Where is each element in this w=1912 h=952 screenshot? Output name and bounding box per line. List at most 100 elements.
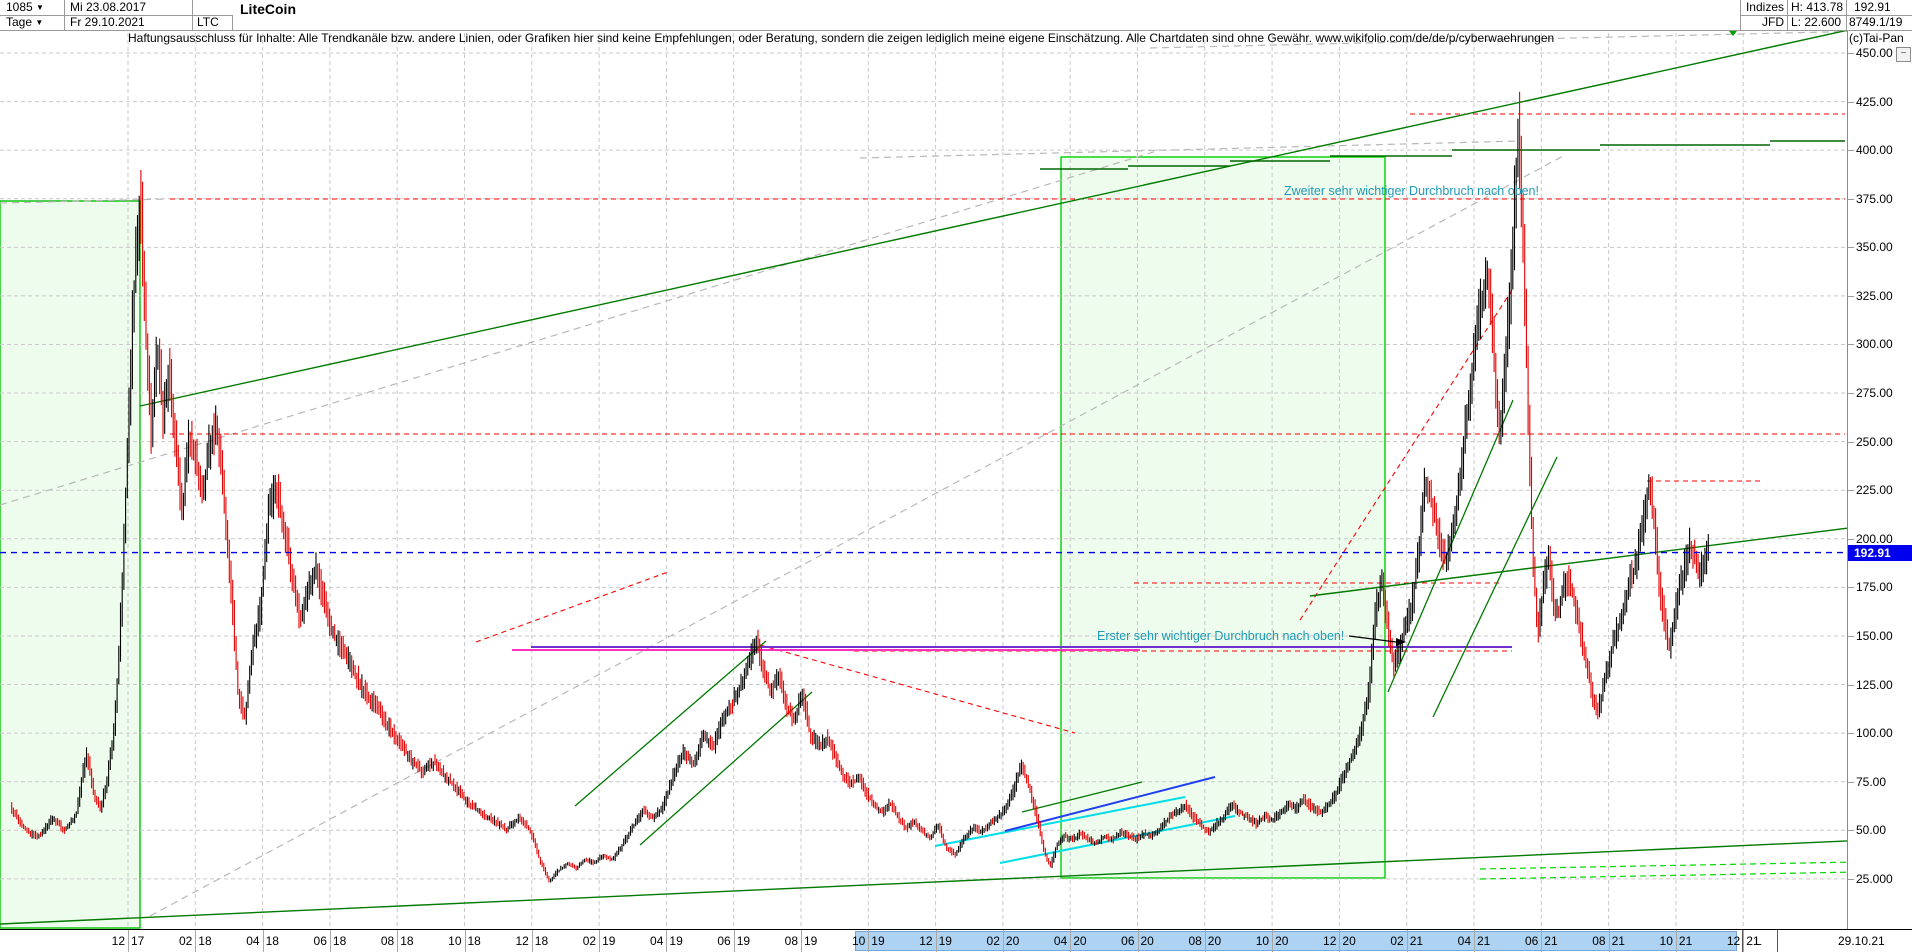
price-axis: 450.00 425.00 400.00 375.00 350.00 325.00 300.…: [1847, 30, 1912, 929]
axis-tick: [1848, 102, 1854, 103]
time-axis-month: 06: [1112, 934, 1135, 948]
time-axis-year: 19: [939, 934, 952, 948]
feed-label: JFD: [1740, 15, 1784, 30]
price-axis-label: 325.00: [1856, 289, 1893, 303]
axis-tick: [1848, 830, 1854, 831]
taipan-window: Haftungsausschluss für Inhalte: Alle Tre…: [0, 0, 1912, 952]
time-axis-month: 10: [439, 934, 462, 948]
time-axis-tick: [397, 930, 398, 952]
trend-line: [476, 572, 668, 642]
ratio-label: 8749.1/19: [1849, 15, 1912, 30]
time-axis-year: 20: [1073, 934, 1086, 948]
price-chart-canvas[interactable]: [0, 0, 1912, 952]
time-axis-year: 18: [198, 934, 211, 948]
time-axis-year: 18: [266, 934, 279, 948]
axis-tick: [1848, 442, 1854, 443]
high-label: H: 413.78: [1791, 0, 1845, 15]
price-axis-label: 400.00: [1856, 143, 1893, 157]
annotation-first-breakout: Erster sehr wichtiger Durchbruch nach ob…: [1097, 629, 1344, 643]
time-axis-month: 06: [708, 934, 731, 948]
time-axis-month: 04: [640, 934, 663, 948]
time-axis-tick: [1541, 930, 1542, 952]
axis-tick: [1848, 685, 1854, 686]
bars-count-dropdown[interactable]: 1085 ▼: [6, 0, 62, 15]
price-axis-label: 425.00: [1856, 95, 1893, 109]
time-axis-month: 08: [1179, 934, 1202, 948]
chevron-down-icon: ▼: [35, 18, 43, 27]
time-axis-tick: [1205, 930, 1206, 952]
trend-line: [0, 838, 1912, 924]
axis-tick: [1848, 393, 1854, 394]
time-axis-month: 12: [1717, 934, 1740, 948]
axis-tick: [1848, 490, 1854, 491]
time-axis-tick: [1609, 930, 1610, 952]
time-axis-tick: [666, 930, 667, 952]
price-axis-label: 25.000: [1856, 872, 1893, 886]
disclaimer-text: Haftungsausschluss für Inhalte: Alle Tre…: [128, 31, 1554, 45]
time-axis-month: 02: [573, 934, 596, 948]
time-axis-month: 08: [1583, 934, 1606, 948]
time-axis-tick: [1743, 930, 1744, 952]
time-axis-month: 10: [842, 934, 865, 948]
time-axis-tick: [1407, 930, 1408, 952]
period-dropdown[interactable]: Tage ▼: [6, 15, 62, 30]
time-axis-month: 10: [1650, 934, 1673, 948]
time-axis-year: 20: [1006, 934, 1019, 948]
time-axis-tick: [1070, 930, 1071, 952]
time-axis-year: 21: [1544, 934, 1557, 948]
price-bars-down: [12, 92, 1698, 883]
time-axis-month: 10: [1246, 934, 1269, 948]
axis-tick: [1848, 733, 1854, 734]
time-axis-tick: [801, 930, 802, 952]
axis-tick: [1848, 296, 1854, 297]
time-axis-year: 21: [1477, 934, 1490, 948]
time-axis-year: 20: [1275, 934, 1288, 948]
time-axis-tick: [263, 930, 264, 952]
axis-tick: [1848, 879, 1854, 880]
annotation-second-breakout: Zweiter sehr wichtiger Durchbruch nach o…: [1284, 184, 1539, 198]
price-axis-label: 125.00: [1856, 678, 1893, 692]
date-to: Fr 29.10.2021: [70, 15, 190, 30]
axis-tick: [1848, 539, 1854, 540]
price-axis-label: 300.00: [1856, 337, 1893, 351]
time-axis-year: 18: [468, 934, 481, 948]
date-from: Mi 23.08.2017: [70, 0, 190, 15]
price-axis-label: 450.00: [1856, 46, 1893, 60]
axis-tick: [1848, 636, 1854, 637]
time-axis-year: 18: [400, 934, 413, 948]
time-axis-tick: [1676, 930, 1677, 952]
collapse-icon[interactable]: −: [1896, 47, 1911, 62]
time-axis-tick: [868, 930, 869, 952]
axis-tick: [1848, 247, 1854, 248]
time-axis-month: 12: [1313, 934, 1336, 948]
time-axis-month: 08: [775, 934, 798, 948]
time-axis-month: 12: [910, 934, 933, 948]
axis-tick: [1848, 199, 1854, 200]
header-bar: 1085 ▼ Tage ▼ Mi 23.08.2017 Fr 29.10.202…: [0, 0, 1912, 31]
time-axis-month: 12: [102, 934, 125, 948]
time-axis-month: 06: [1515, 934, 1538, 948]
time-axis-year: 19: [871, 934, 884, 948]
time-axis-tick: [936, 930, 937, 952]
trend-line: [0, 150, 1160, 505]
time-axis-tick: [465, 930, 466, 952]
axis-tick: [1848, 587, 1854, 588]
price-axis-label: 350.00: [1856, 240, 1893, 254]
time-axis-tick: [1138, 930, 1139, 952]
price-axis-label: 100.00: [1856, 726, 1893, 740]
time-axis-year: 19: [804, 934, 817, 948]
time-axis-year: 20: [1141, 934, 1154, 948]
time-axis-year: 21: [1679, 934, 1692, 948]
time-axis-month: 04: [237, 934, 260, 948]
trend-line: [140, 16, 1912, 406]
time-axis-tick: [532, 930, 533, 952]
time-axis-tick: [128, 930, 129, 952]
time-axis-month: 08: [371, 934, 394, 948]
price-axis-label: 375.00: [1856, 192, 1893, 206]
last-date-label: 29.10.21: [1838, 934, 1885, 948]
highlight-zone: [1061, 157, 1385, 878]
axis-tick: [1848, 53, 1854, 54]
time-axis-year: 17: [131, 934, 144, 948]
time-axis-tick: [599, 930, 600, 952]
time-axis-tick: [1339, 930, 1340, 952]
